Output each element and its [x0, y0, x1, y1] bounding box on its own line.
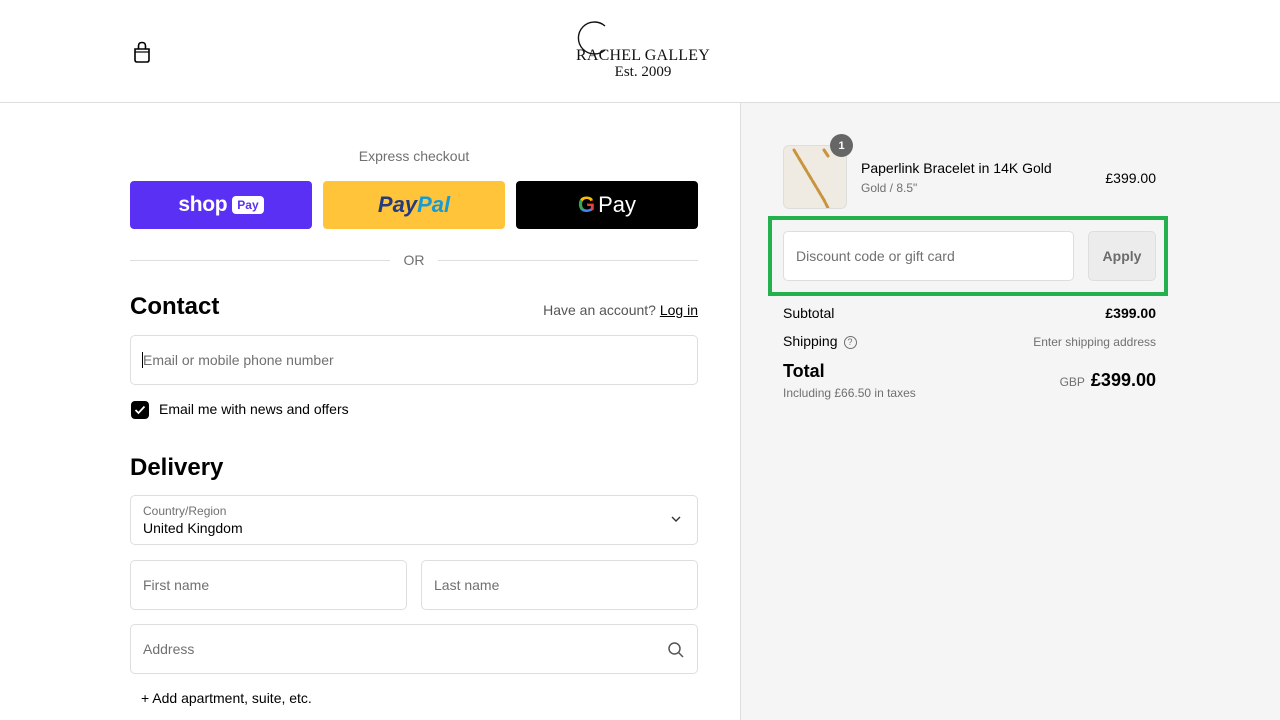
product-variant: Gold / 8.5": [861, 181, 918, 195]
checkmark-icon: [134, 405, 146, 415]
last-name-input[interactable]: [422, 561, 697, 609]
logo-name: RACHEL GALLEY: [576, 47, 710, 64]
newsletter-checkbox[interactable]: [131, 401, 149, 419]
total-label: Total: [783, 361, 825, 381]
country-select[interactable]: Country/Region United Kingdom: [130, 495, 698, 545]
first-name-field[interactable]: [130, 560, 407, 610]
google-pay-button[interactable]: G Pay: [516, 181, 698, 229]
express-checkout-title: Express checkout: [358, 148, 470, 164]
subtotal-value: £399.00: [1105, 305, 1156, 321]
address-input[interactable]: [131, 625, 697, 673]
paypal-wordmark: PayPal: [377, 192, 451, 217]
newsletter-label: Email me with news and offers: [159, 401, 349, 417]
tax-note: Including £66.50 in taxes: [783, 386, 916, 400]
discount-highlight-box: [768, 216, 1168, 296]
login-link[interactable]: Log in: [660, 302, 698, 318]
currency-code: GBP: [1059, 375, 1085, 389]
last-name-field[interactable]: [421, 560, 698, 610]
email-field[interactable]: [130, 335, 698, 385]
delivery-heading: Delivery: [130, 454, 224, 481]
address-field[interactable]: [130, 624, 698, 674]
paypal-button[interactable]: PayPal: [323, 181, 505, 229]
email-input[interactable]: [131, 336, 697, 384]
first-name-input[interactable]: [131, 561, 406, 609]
add-apartment-link[interactable]: + Add apartment, suite, etc.: [141, 690, 312, 706]
help-icon[interactable]: ?: [843, 336, 857, 349]
contact-heading: Contact: [130, 293, 220, 320]
google-pay-wordmark: G Pay: [577, 192, 637, 217]
shipping-row: Shipping?: [783, 333, 857, 349]
chevron-down-icon: [671, 516, 681, 522]
shop-pay-badge: Pay: [232, 196, 264, 214]
shop-pay-button[interactable]: shop Pay: [130, 181, 312, 229]
shipping-value: Enter shipping address: [1033, 335, 1156, 349]
subtotal-label: Subtotal: [783, 305, 835, 321]
product-price: £399.00: [1105, 170, 1156, 186]
have-account-text: Have an account? Log in: [543, 302, 698, 318]
country-label: Country/Region: [143, 504, 227, 518]
shipping-label: Shipping: [783, 333, 838, 349]
google-g-icon: G: [577, 192, 596, 217]
or-label: OR: [403, 252, 425, 268]
search-icon[interactable]: [667, 641, 685, 659]
product-name: Paperlink Bracelet in 14K Gold: [861, 160, 1052, 176]
site-header: RACHEL GALLEY Est. 2009: [0, 0, 1280, 103]
quantity-badge: 1: [830, 134, 853, 157]
brand-logo[interactable]: RACHEL GALLEY Est. 2009: [568, 18, 718, 84]
total-value-group: GBP £399.00: [980, 370, 1156, 391]
total-amount: £399.00: [1090, 370, 1156, 390]
shopping-bag-icon[interactable]: [132, 40, 152, 64]
shop-pay-wordmark: shop: [178, 193, 228, 216]
country-value: United Kingdom: [143, 520, 243, 536]
text-cursor: [142, 352, 143, 368]
logo-established: Est. 2009: [614, 64, 672, 80]
